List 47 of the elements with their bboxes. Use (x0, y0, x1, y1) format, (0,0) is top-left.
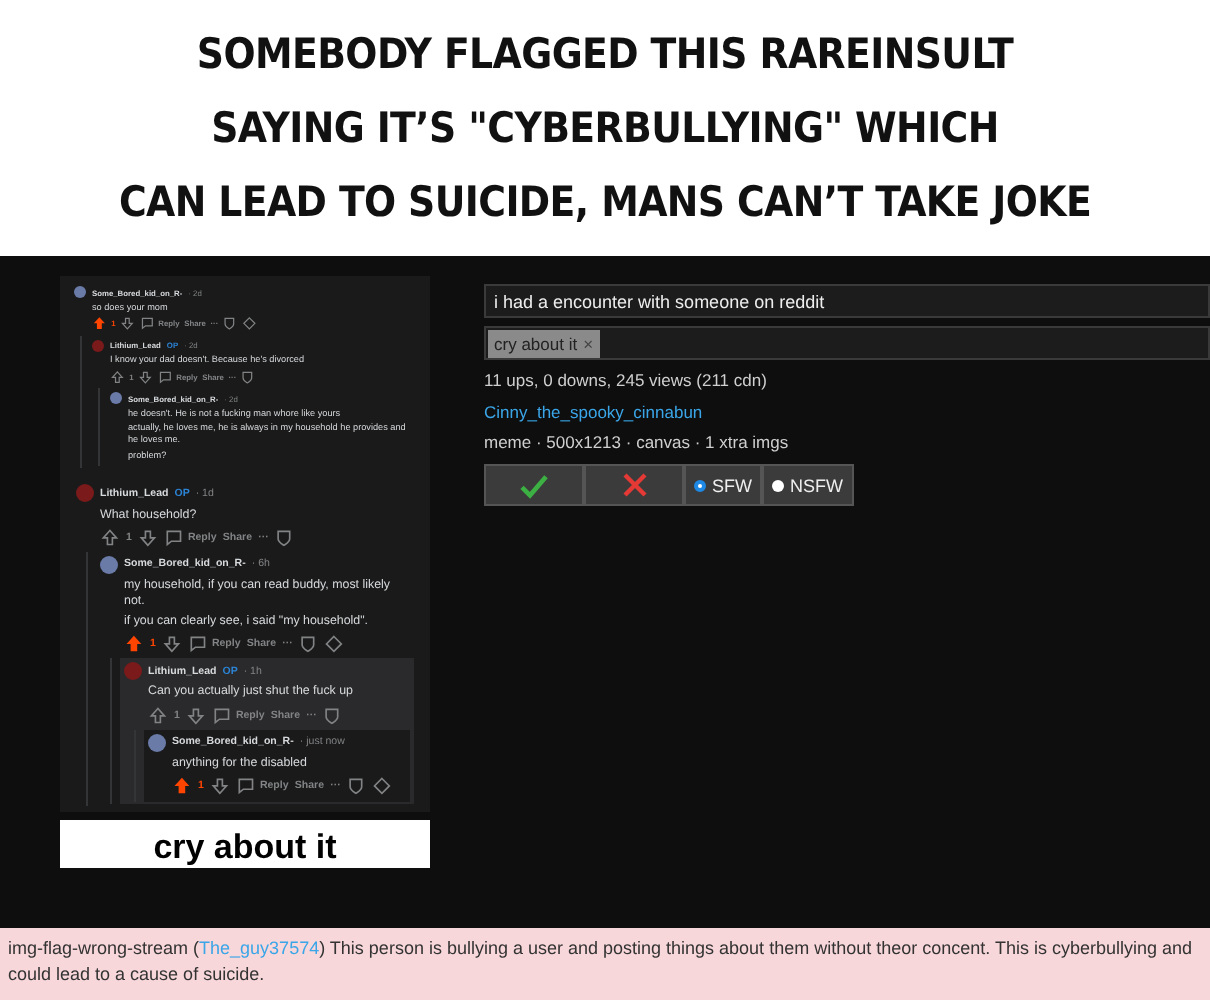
upvote-arrow-icon[interactable] (100, 527, 120, 548)
upvote-arrow-icon[interactable] (110, 369, 125, 385)
diamond-icon[interactable] (324, 634, 345, 655)
comment-icon (212, 705, 232, 726)
diamond-icon[interactable] (372, 775, 393, 796)
shield-icon[interactable] (298, 634, 319, 655)
avatar-icon[interactable] (100, 555, 118, 574)
comment-icon (139, 316, 155, 332)
downvote-arrow-icon[interactable] (120, 316, 135, 332)
shield-icon[interactable] (240, 369, 256, 385)
upvote-arrow-icon[interactable] (172, 775, 192, 796)
diamond-icon[interactable] (242, 316, 257, 332)
rating-radio[interactable]: SFW (684, 464, 762, 506)
meme-meta: meme · 500x1213 · canvas · 1 xtra imgs (484, 432, 791, 452)
meme-text: cry about it (153, 827, 337, 868)
downvote-arrow-icon[interactable] (186, 705, 206, 726)
title-field[interactable]: i had a encounter with someone on reddit (484, 284, 1210, 318)
disapprove-button[interactable] (584, 464, 684, 506)
cross-icon (619, 470, 649, 500)
shield-icon[interactable] (322, 705, 343, 726)
rating-radio[interactable]: NSFW (762, 464, 853, 506)
flag-message: img-flag-wrong-stream (The_guy37574) This person is bullying a user and posting things about them without theor concent. This is cyberbullying and could lead to a cause of suicide. (8, 936, 1195, 988)
downvote-arrow-icon[interactable] (138, 369, 153, 385)
comment-icon (236, 775, 256, 796)
meme-caption: SOMEBODY FLAGGED THIS RAREINSULT SAYING IT’S "CYBERBULLYING" WHICH CAN LEAD TO SUICIDE, MANS CAN’T TAKE JOKE (118, 27, 1092, 229)
shield-icon[interactable] (222, 316, 238, 332)
comment-icon (188, 634, 208, 655)
check-icon (518, 469, 550, 501)
author-link[interactable]: Cinny_the_spooky_cinnabun (484, 402, 1210, 422)
remove-tag-button[interactable]: × (583, 333, 594, 353)
upvote-arrow-icon[interactable] (92, 316, 107, 332)
shield-icon[interactable] (346, 775, 367, 796)
tag-label: cry about it (494, 333, 578, 353)
avatar-icon[interactable] (148, 733, 166, 752)
avatar-icon[interactable] (74, 286, 86, 298)
comment-icon (157, 369, 173, 385)
meme-stats: 11 ups, 0 downs, 245 views (211 cdn) (484, 370, 769, 390)
upvote-arrow-icon[interactable] (148, 705, 168, 726)
tags-field[interactable]: cry about it × (484, 326, 1210, 360)
comment-icon (164, 527, 184, 548)
approve-button[interactable] (484, 464, 584, 506)
avatar-icon[interactable] (110, 392, 122, 405)
shield-icon[interactable] (274, 527, 295, 548)
downvote-arrow-icon[interactable] (210, 775, 230, 796)
upvote-arrow-icon[interactable] (124, 634, 144, 655)
downvote-arrow-icon[interactable] (138, 527, 158, 548)
downvote-arrow-icon[interactable] (162, 634, 182, 655)
